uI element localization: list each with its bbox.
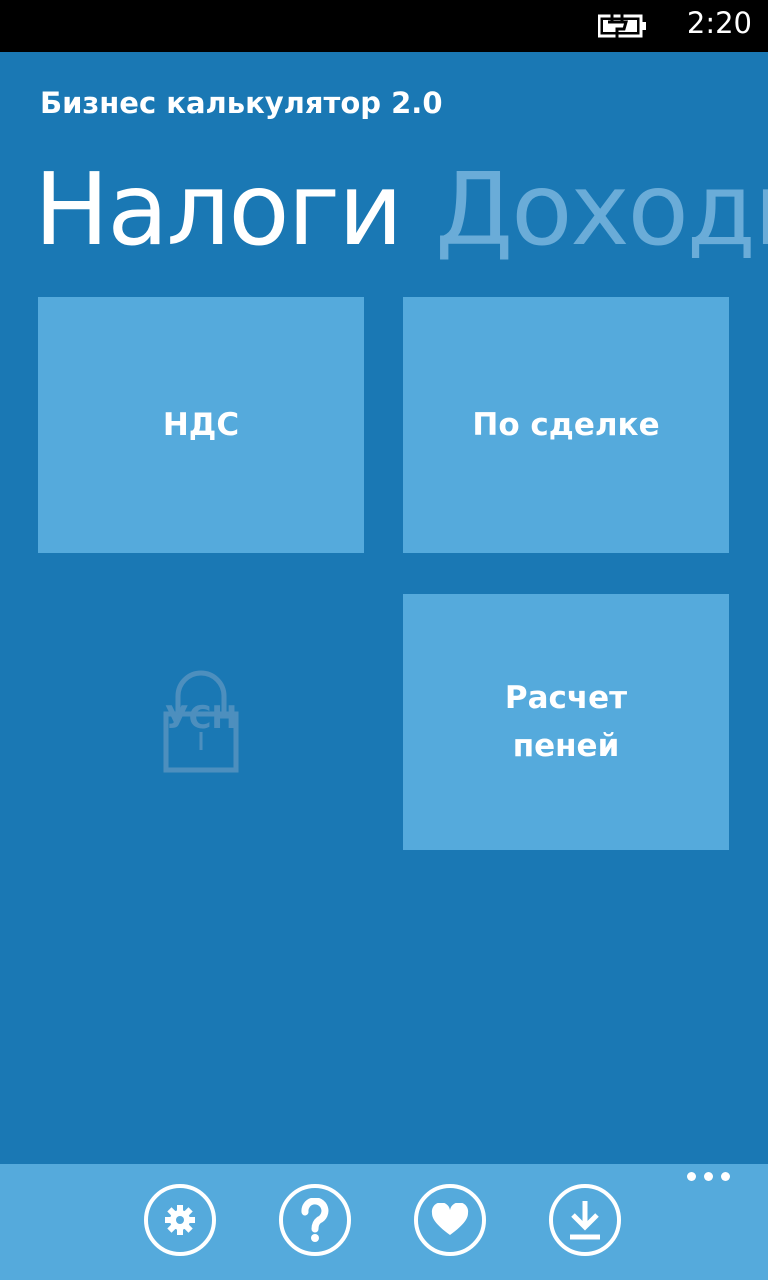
clock: 2:20 xyxy=(686,6,752,40)
download-button[interactable] xyxy=(549,1184,621,1256)
app-title: Бизнес калькулятор 2.0 xyxy=(40,86,443,120)
tile-penalty-calc[interactable]: Расчет пеней xyxy=(403,594,729,850)
more-dot xyxy=(704,1172,713,1181)
screen: 2:20 Бизнес калькулятор 2.0 Налоги Доходы… xyxy=(0,0,768,1280)
heart-icon xyxy=(431,1203,469,1235)
help-icon xyxy=(301,1198,329,1242)
pivot-item-taxes[interactable]: Налоги xyxy=(34,151,403,268)
status-bar: 2:20 xyxy=(0,0,768,52)
tile-usn-label: УСН xyxy=(164,700,238,736)
tile-penalty-line2: пеней xyxy=(512,728,620,764)
pivot-header: Налоги Доходы xyxy=(34,140,768,280)
settings-icon xyxy=(165,1205,195,1235)
tile-deal[interactable]: По сделке xyxy=(403,297,729,553)
tile-penalty-calc-label: Расчет пеней xyxy=(505,674,627,770)
more-dot xyxy=(721,1172,730,1181)
tile-vat-label: НДС xyxy=(162,407,240,443)
pivot-item-income[interactable]: Доходы xyxy=(435,151,768,268)
tile-vat[interactable]: НДС xyxy=(38,297,364,553)
battery-charging-icon xyxy=(598,14,646,38)
more-dot xyxy=(687,1172,696,1181)
app-bar xyxy=(0,1164,768,1280)
favorite-button[interactable] xyxy=(414,1184,486,1256)
tile-penalty-line1: Расчет xyxy=(504,680,628,716)
settings-button[interactable] xyxy=(144,1184,216,1256)
more-icon[interactable] xyxy=(687,1172,730,1181)
download-icon xyxy=(570,1201,600,1240)
help-button[interactable] xyxy=(279,1184,351,1256)
tile-deal-label: По сделке xyxy=(472,407,660,443)
